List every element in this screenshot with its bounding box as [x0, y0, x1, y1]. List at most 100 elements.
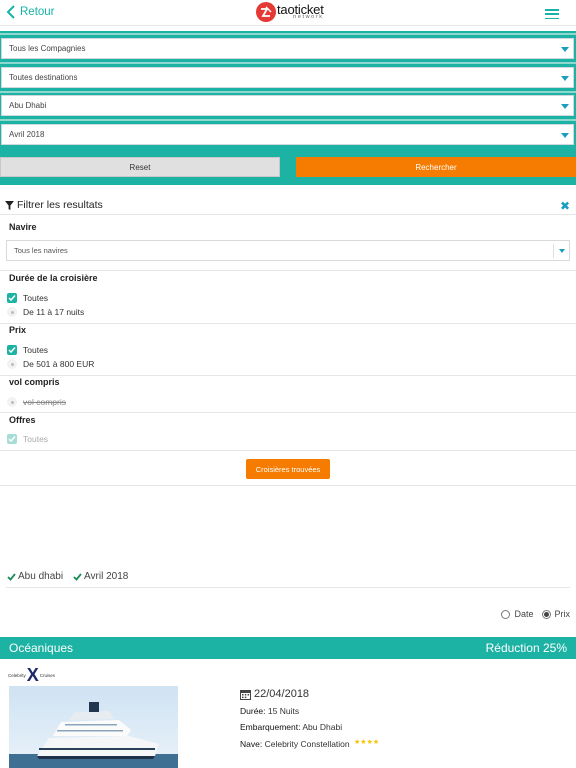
chevron-down-icon — [561, 76, 569, 81]
radio-selected-icon — [541, 609, 551, 619]
price-option-label: De 501 à 800 EUR — [23, 359, 95, 369]
back-label: Retour — [20, 6, 55, 18]
chevron-left-icon — [6, 5, 15, 19]
divider — [0, 214, 576, 215]
flight-option-label: vol compris — [23, 397, 66, 407]
embark-value: Abu Dhabi — [302, 722, 343, 732]
cruises-found-button[interactable]: Croisières trouvées — [246, 459, 330, 479]
ship-filter-title: Navire — [9, 222, 37, 232]
radio-icon — [7, 359, 17, 369]
offers-all-checkbox[interactable]: Toutes — [7, 434, 48, 444]
ship-row: Nave: Celebrity Constellation ★★★★ — [240, 738, 379, 749]
ship-image[interactable] — [9, 686, 178, 768]
flight-option-radio[interactable]: vol compris — [7, 397, 66, 407]
sort-price-radio[interactable]: Prix — [541, 609, 571, 619]
radio-icon — [7, 397, 17, 407]
sort-date-label: Date — [514, 609, 534, 619]
divider — [0, 450, 576, 451]
month-select[interactable]: Avril 2018 — [1, 124, 574, 145]
star-rating-icon: ★★★★ — [354, 739, 380, 746]
result-discount: Réduction 25% — [485, 641, 567, 655]
divider — [0, 323, 576, 324]
offers-filter-title: Offres — [9, 415, 36, 425]
divider — [0, 33, 576, 35]
price-option-radio[interactable]: De 501 à 800 EUR — [7, 359, 94, 369]
flight-filter-title: vol compris — [9, 377, 60, 387]
checkmark-icon — [7, 293, 17, 303]
divider — [0, 270, 576, 271]
search-button[interactable]: Rechercher — [296, 157, 576, 177]
selected-tag-label: Avril 2018 — [84, 571, 129, 582]
port-select[interactable]: Abu Dhabi — [1, 95, 574, 116]
divider — [0, 62, 576, 64]
chevron-down-icon — [561, 104, 569, 109]
departure-date: 22/04/2018 — [240, 688, 309, 700]
sort-options: Date Prix — [493, 609, 570, 619]
checkmark-icon — [7, 434, 17, 444]
ship-select-value: Tous les navires — [14, 246, 68, 255]
search-panel: Tous les Compagnies Toutes destinations … — [0, 31, 576, 185]
destination-select[interactable]: Toutes destinations — [1, 67, 574, 88]
divider — [0, 91, 576, 93]
duration-row: Durée: 15 Nuits — [240, 706, 299, 716]
divider — [553, 244, 554, 258]
divider — [0, 485, 576, 486]
taoticket-logo[interactable]: taoticket network — [256, 2, 324, 22]
divider — [0, 119, 576, 121]
back-button[interactable]: Retour — [6, 5, 55, 19]
departure-date-value: 22/04/2018 — [254, 688, 310, 700]
company-select[interactable]: Tous les Compagnies — [1, 38, 574, 59]
logo-mark-icon — [256, 2, 276, 22]
duration-all-checkbox[interactable]: Toutes — [7, 293, 48, 303]
hamburger-menu-icon[interactable] — [545, 9, 559, 19]
ship-select[interactable]: Tous les navires — [6, 240, 570, 261]
divider — [6, 587, 570, 588]
close-icon[interactable]: ✖ — [560, 199, 570, 213]
radio-icon — [501, 609, 511, 619]
duration-option-label: De 11 à 17 nuits — [23, 307, 85, 317]
divider — [0, 375, 576, 376]
selected-tag[interactable]: Abu dhabi — [7, 571, 63, 582]
radio-icon — [7, 307, 17, 317]
duration-option-radio[interactable]: De 11 à 17 nuits — [7, 307, 84, 317]
chevron-down-icon — [561, 47, 569, 52]
app-header: Retour taoticket network — [0, 0, 576, 26]
duration-value: 15 Nuits — [267, 706, 300, 716]
chevron-down-icon — [559, 249, 565, 253]
result-category-bar[interactable]: Océaniques Réduction 25% — [0, 637, 576, 659]
checkmark-icon — [7, 345, 17, 355]
company-select-value: Tous les Compagnies — [9, 44, 86, 53]
price-all-checkbox[interactable]: Toutes — [7, 345, 48, 355]
destination-select-value: Toutes destinations — [9, 73, 78, 82]
filter-icon — [5, 200, 14, 210]
check-icon — [7, 572, 16, 581]
chevron-down-icon — [561, 133, 569, 138]
filter-title: Filtrer les resultats — [17, 199, 103, 211]
price-filter-title: Prix — [9, 325, 27, 335]
duration-all-label: Toutes — [23, 293, 49, 303]
divider — [0, 412, 576, 413]
port-select-value: Abu Dhabi — [9, 101, 47, 110]
filter-header[interactable]: Filtrer les resultats — [5, 199, 103, 211]
ship-value: Celebrity Constellation — [264, 739, 350, 749]
sort-date-radio[interactable]: Date — [501, 609, 534, 619]
celebrity-x-icon: X — [26, 665, 39, 685]
month-select-value: Avril 2018 — [9, 130, 45, 139]
duration-filter-title: Durée de la croisière — [9, 273, 98, 283]
ship-label: Nave: — [240, 739, 263, 749]
reset-button[interactable]: Reset — [0, 157, 280, 177]
result-category: Océaniques — [9, 641, 74, 655]
calendar-icon — [240, 689, 251, 700]
celebrity-cruises-logo: Celebrity X Cruises — [8, 665, 55, 685]
selected-tag-label: Abu dhabi — [18, 571, 64, 582]
duration-label: Durée: — [240, 706, 266, 716]
embark-row: Embarquement: Abu Dhabi — [240, 722, 342, 732]
check-icon — [73, 572, 82, 581]
price-all-label: Toutes — [23, 345, 49, 355]
selected-tag[interactable]: Avril 2018 — [73, 571, 128, 582]
brand-left-text: Celebrity — [8, 672, 26, 678]
sort-price-label: Prix — [554, 609, 571, 619]
embark-label: Embarquement: — [240, 722, 301, 732]
selected-filters: Abu dhabi Avril 2018 — [7, 571, 138, 582]
offers-all-label: Toutes — [23, 434, 49, 444]
